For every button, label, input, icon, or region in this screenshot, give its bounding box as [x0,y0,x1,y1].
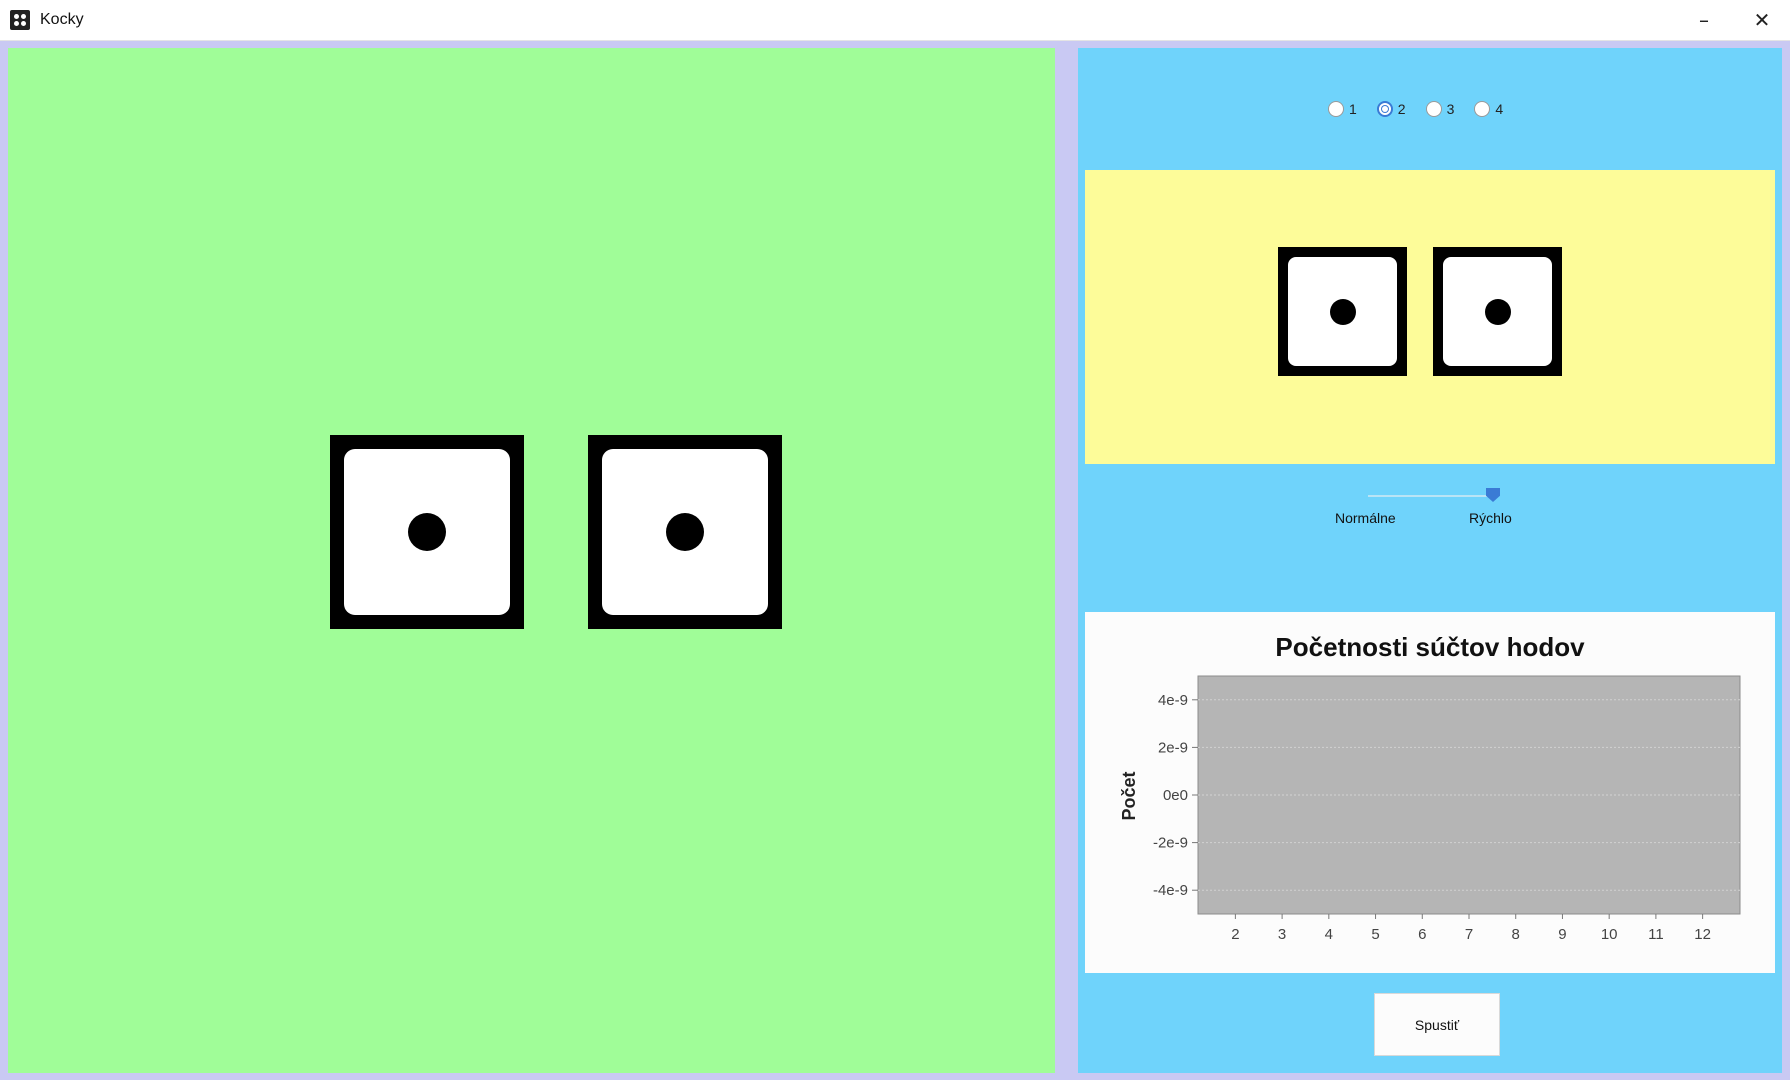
slider-track[interactable] [1368,495,1494,497]
x-tick-label: 4 [1325,926,1333,943]
x-tick-label: 11 [1648,926,1664,943]
sum-frequency-chart: Početnosti súčtov hodov Počet 4e-9 2e-9 0e0 -… [1085,612,1775,973]
die-face [602,449,768,615]
close-icon[interactable]: ✕ [1734,0,1790,40]
x-tick-label: 6 [1418,926,1426,943]
x-tick-label: 2 [1231,926,1239,943]
y-tick-label: 0e0 [1163,787,1188,804]
title-bar: Kocky – ✕ [0,0,1790,41]
chart-title: Početnosti súčtov hodov [1275,632,1585,662]
speed-label-fast: Rýchlo [1469,510,1512,526]
radio-label: 4 [1495,101,1504,117]
x-tick-label: 3 [1278,926,1286,943]
small-die-2 [1433,247,1562,376]
die-face [1288,257,1397,366]
y-tick-label: 4e-9 [1158,692,1188,709]
control-panel: 1 2 3 4 Normálne Rýchlo Početnosti súčto… [1078,48,1782,1073]
slider-thumb[interactable] [1486,488,1500,502]
dice-display-large [8,48,1055,1073]
x-tick-label: 7 [1465,926,1473,943]
dice-count-option-3[interactable]: 3 [1425,101,1455,117]
dice-count-radio-group: 1 2 3 4 [1328,98,1503,120]
large-die-1 [330,435,524,629]
dice-count-option-4[interactable]: 4 [1474,101,1503,117]
app-dice-icon [10,10,30,30]
dice-count-option-2[interactable]: 2 [1376,101,1406,117]
dice-count-option-1[interactable]: 1 [1328,101,1357,117]
y-tick-label: -4e-9 [1153,882,1188,899]
radio-button[interactable] [1328,101,1344,117]
x-tick-label: 5 [1371,926,1379,943]
y-tick-label: 2e-9 [1158,739,1188,756]
radio-label: 3 [1446,101,1455,117]
radio-button-selected[interactable] [1376,101,1393,117]
die-pip [666,513,704,551]
speed-slider[interactable] [1368,488,1500,508]
die-pip [408,513,446,551]
x-tick-label: 12 [1694,926,1711,943]
radio-label: 2 [1397,101,1406,117]
die-pip [1329,298,1356,325]
dice-preview-panel [1085,170,1775,464]
die-pip [1484,298,1511,325]
x-tick-label: 10 [1601,926,1618,943]
small-die-1 [1278,247,1407,376]
y-axis-label: Počet [1119,771,1139,820]
y-tick-label: -2e-9 [1153,835,1188,852]
minimize-icon[interactable]: – [1676,0,1732,40]
large-die-2 [588,435,782,629]
die-face [344,449,510,615]
speed-label-normal: Normálne [1335,510,1396,526]
run-button[interactable]: Spustiť [1374,993,1500,1056]
x-tick-label: 8 [1512,926,1520,943]
x-tick-label: 9 [1558,926,1566,943]
window-title: Kocky [40,11,84,28]
radio-label: 1 [1349,101,1357,117]
die-face [1443,257,1552,366]
radio-button[interactable] [1474,101,1491,117]
radio-button[interactable] [1425,101,1442,117]
chart-svg: Početnosti súčtov hodov Počet 4e-9 2e-9 0e0 -… [1119,632,1741,943]
